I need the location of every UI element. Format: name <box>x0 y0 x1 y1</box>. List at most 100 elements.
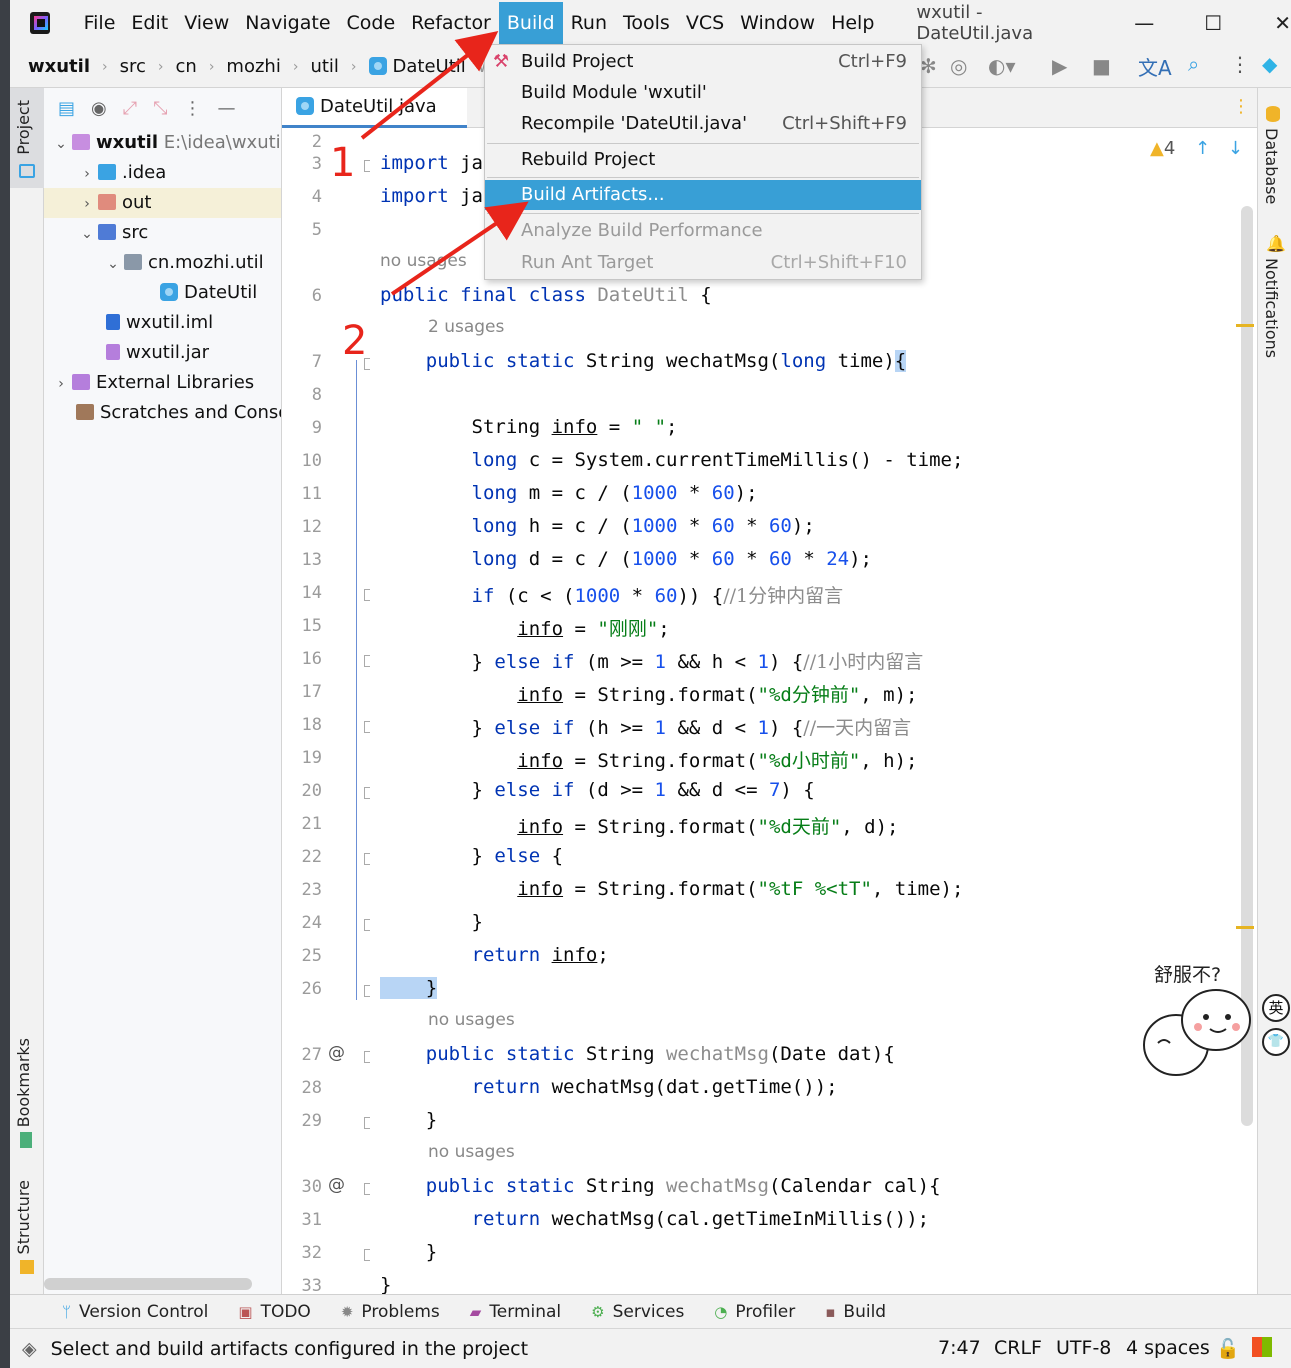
build-tab[interactable]: ▪ Build <box>825 1302 886 1322</box>
tab-options-icon[interactable]: ⋮ <box>1232 96 1250 117</box>
error-stripe-mark[interactable] <box>1236 324 1254 327</box>
menu-window[interactable]: Window <box>732 2 823 44</box>
locate-icon[interactable]: ◉ <box>91 98 107 119</box>
code-line[interactable]: } else if (h >= 1 && d < 1) {//一天内留言 <box>380 713 912 740</box>
code-line[interactable]: return info; <box>380 944 609 966</box>
code-line[interactable]: info = String.format("%d分钟前", m); <box>380 680 917 707</box>
tree-item-package[interactable]: ⌄ cn.mozhi.util <box>44 248 281 278</box>
run-icon[interactable]: ▶ <box>1052 54 1067 78</box>
menu-navigate[interactable]: Navigate <box>237 2 338 44</box>
tree-item-src[interactable]: ⌄ src <box>44 218 281 248</box>
menu-file[interactable]: File <box>76 2 124 44</box>
chevron-down-icon[interactable]: ⌄ <box>76 219 98 249</box>
breadcrumb-cn[interactable]: cn <box>176 56 197 77</box>
select-opened-file-icon[interactable]: ▤ <box>58 98 75 119</box>
menu-item-recompile[interactable]: Recompile 'DateUtil.java' Ctrl+Shift+F9 <box>485 109 921 139</box>
version-control-tab[interactable]: ᛘ Version Control <box>62 1302 208 1322</box>
collapse-all-icon[interactable]: ⤡ <box>153 98 167 119</box>
profile-icon[interactable]: ◐▾ <box>988 54 1016 78</box>
code-line[interactable]: public final class DateUtil { <box>380 284 712 306</box>
code-line[interactable]: public static String wechatMsg(Calendar … <box>380 1175 941 1197</box>
code-editor[interactable]: import ja import ja public final class Dat… <box>370 128 1257 1294</box>
code-line[interactable]: long d = c / (1000 * 60 * 60 * 24); <box>380 548 872 570</box>
lock-icon[interactable]: 🔓 <box>1216 1337 1240 1360</box>
profiler-tab[interactable]: ◔ Profiler <box>714 1302 795 1322</box>
breadcrumb-src[interactable]: src <box>120 56 146 77</box>
code-line[interactable]: info = String.format("%tF %<tT", time); <box>380 878 963 900</box>
breadcrumb-util[interactable]: util <box>310 56 338 77</box>
override-marker-icon[interactable]: @ <box>328 1043 345 1063</box>
minimize-button[interactable]: — <box>1134 11 1154 35</box>
code-line[interactable]: } <box>380 1274 391 1294</box>
indent-setting[interactable]: 4 spaces <box>1126 1337 1210 1359</box>
todo-tab[interactable]: ▣ TODO <box>238 1302 310 1322</box>
plugin-icon[interactable]: ◆ <box>1262 52 1277 76</box>
maximize-button[interactable]: ☐ <box>1204 11 1222 35</box>
menu-item-rebuild-project[interactable]: Rebuild Project <box>485 145 921 175</box>
code-line[interactable]: } <box>380 977 438 999</box>
menu-edit[interactable]: Edit <box>123 2 176 44</box>
usage-hint[interactable]: 2 usages <box>428 317 504 337</box>
code-line[interactable]: String info = " "; <box>380 416 678 438</box>
tree-item-idea[interactable]: › .idea <box>44 158 281 188</box>
next-highlight-icon[interactable]: ↓ <box>1228 138 1243 159</box>
code-line[interactable]: public static String wechatMsg(Date dat)… <box>380 1043 895 1065</box>
menu-run[interactable]: Run <box>563 2 615 44</box>
close-button[interactable]: ✕ <box>1274 11 1291 35</box>
prev-highlight-icon[interactable]: ↑ <box>1195 138 1210 159</box>
code-line[interactable]: long c = System.currentTimeMillis() - ti… <box>380 449 964 471</box>
options-icon[interactable]: ⋮ <box>184 98 202 119</box>
editor-tab-dateutil[interactable]: DateUtil.java ✕ <box>282 88 467 155</box>
menu-item-build-artifacts[interactable]: Build Artifacts... <box>485 180 921 210</box>
structure-tool-tab[interactable]: Structure <box>14 1180 33 1254</box>
code-line[interactable]: long m = c / (1000 * 60); <box>380 482 758 504</box>
code-line[interactable]: } else if (d >= 1 && d <= 7) { <box>380 779 815 801</box>
code-line[interactable]: import ja <box>380 152 483 174</box>
code-line[interactable]: info = String.format("%d小时前", h); <box>380 746 917 773</box>
tree-item-iml[interactable]: wxutil.iml <box>44 308 281 338</box>
menu-code[interactable]: Code <box>339 2 404 44</box>
caret-position[interactable]: 7:47 <box>938 1337 981 1359</box>
breadcrumb-project[interactable]: wxutil <box>28 56 90 77</box>
code-line[interactable]: } else if (m >= 1 && h < 1) {//1小时内留言 <box>380 647 924 674</box>
run-config-icon[interactable]: ◎ <box>950 54 967 78</box>
notifications-tool-tab[interactable]: Notifications <box>1262 258 1281 358</box>
tree-item-scratches[interactable]: Scratches and Consoles <box>44 398 281 428</box>
ime-skin-button[interactable]: 👕 <box>1262 1028 1290 1056</box>
code-line[interactable]: info = String.format("%d天前", d); <box>380 812 898 839</box>
translate-icon[interactable]: 文A <box>1138 52 1172 81</box>
hammer-icon[interactable]: ✻ <box>920 54 937 78</box>
menu-help[interactable]: Help <box>823 2 882 44</box>
database-tool-tab[interactable]: Database <box>1262 128 1281 204</box>
chevron-down-icon[interactable]: ⌄ <box>50 129 72 159</box>
status-widget-icon[interactable]: ◈ <box>22 1338 37 1360</box>
breadcrumb-mozhi[interactable]: mozhi <box>226 56 280 77</box>
code-line[interactable]: public static String wechatMsg(long time… <box>380 350 907 372</box>
inspection-widget[interactable]: ▲4 ↑ ↓ <box>1150 138 1243 159</box>
code-line[interactable]: long h = c / (1000 * 60 * 60); <box>380 515 815 537</box>
project-tool-tab[interactable]: Project <box>14 100 33 155</box>
expand-all-icon[interactable]: ⤢ <box>123 98 137 119</box>
code-line[interactable]: return wechatMsg(cal.getTimeInMillis()); <box>380 1208 930 1230</box>
menu-build[interactable]: Build <box>498 2 563 44</box>
code-line[interactable]: import ja <box>380 185 483 207</box>
menu-item-build-module[interactable]: Build Module 'wxutil' <box>485 78 921 108</box>
code-line[interactable]: } <box>380 1241 437 1263</box>
ime-toggle[interactable]: 英 <box>1262 994 1290 1022</box>
chevron-right-icon[interactable]: › <box>76 159 98 189</box>
chevron-down-icon[interactable]: ⌄ <box>102 249 124 279</box>
usage-hint[interactable]: no usages <box>380 251 467 271</box>
breadcrumb-dateutil[interactable]: DateUtil <box>368 56 466 77</box>
more-icon[interactable]: ⋮ <box>1230 52 1250 76</box>
file-encoding[interactable]: UTF-8 <box>1056 1337 1111 1359</box>
code-line[interactable]: if (c < (1000 * 60)) {//1分钟内留言 <box>380 581 844 608</box>
tree-item-external-libraries[interactable]: › External Libraries <box>44 368 281 398</box>
menu-refactor[interactable]: Refactor <box>403 2 499 44</box>
problems-tab[interactable]: ✹ Problems <box>341 1302 440 1322</box>
search-icon[interactable]: ⌕ <box>1188 52 1199 76</box>
menu-item-build-project[interactable]: ⚒ Build Project Ctrl+F9 <box>485 47 921 77</box>
stop-icon[interactable]: ■ <box>1092 54 1111 78</box>
terminal-tab[interactable]: ▰ Terminal <box>470 1302 561 1322</box>
code-line[interactable]: return wechatMsg(dat.getTime()); <box>380 1076 838 1098</box>
tree-item-out[interactable]: › out <box>44 188 281 218</box>
